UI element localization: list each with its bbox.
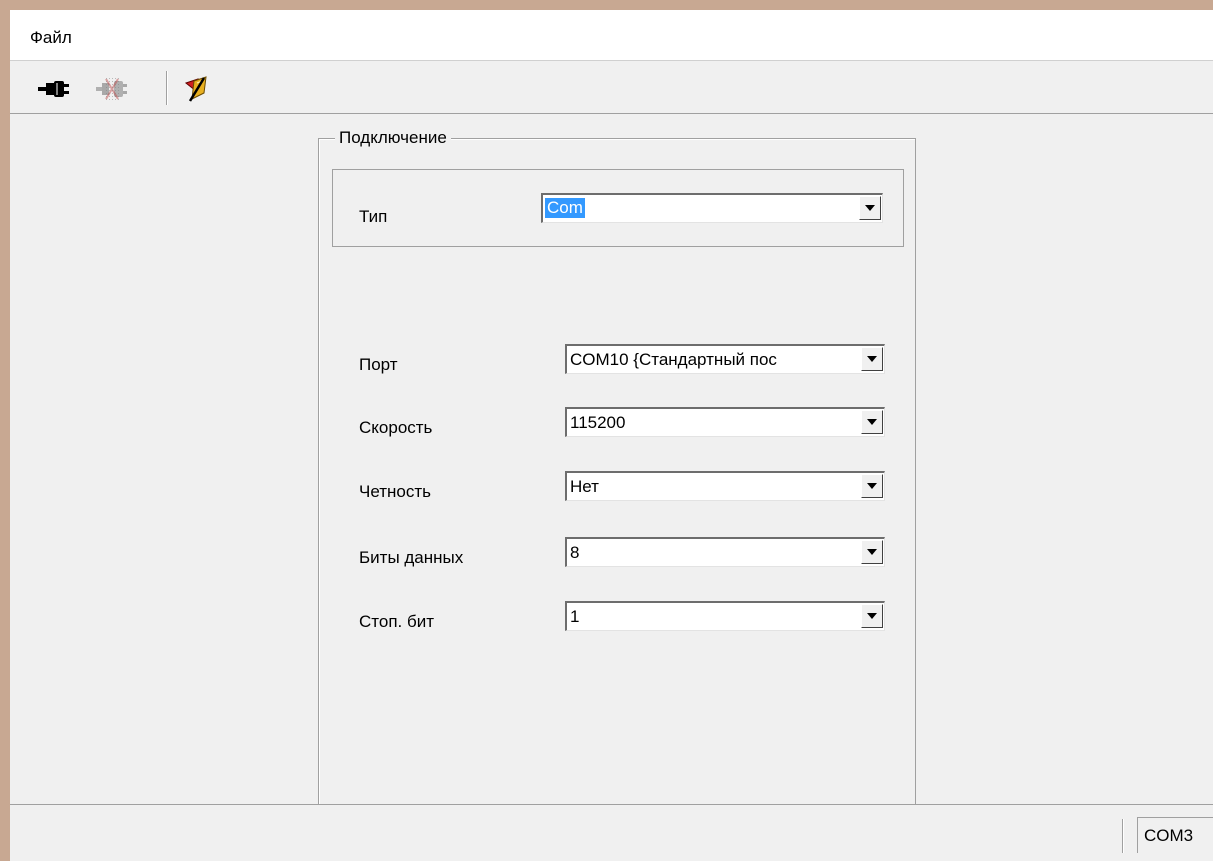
parity-select-value: Нет [570,477,599,496]
databits-select-value: 8 [570,543,580,562]
flag-icon[interactable] [180,75,214,103]
connection-group: Подключение Тип Com Порт COM10 {Стандарт… [318,128,916,805]
disconnect-plug-icon[interactable] [94,75,128,103]
speed-select-value: 115200 [570,413,626,432]
status-port: COM3 [1144,826,1194,845]
stopbits-select-value: 1 [570,607,580,626]
menu-bar: Файл [10,10,1213,61]
port-label: Порт [359,355,398,374]
status-port-panel: COM3 [1137,817,1213,853]
type-select-value: Com [545,198,585,218]
connection-group-title: Подключение [335,128,451,148]
databits-select[interactable]: 8 [565,537,885,567]
chevron-down-icon[interactable] [859,196,881,220]
status-bar: COM3 [10,804,1213,861]
stopbits-select[interactable]: 1 [565,601,885,631]
connect-plug-icon[interactable] [36,75,70,103]
stopbits-label: Стоп. бит [359,612,434,631]
menu-file[interactable]: Файл [30,28,72,48]
type-select[interactable]: Com [541,193,883,223]
speed-label: Скорость [359,418,433,437]
status-separator [1122,819,1124,853]
port-select-value: COM10 {Стандартный пос [570,350,777,369]
databits-label: Биты данных [359,548,464,567]
port-select[interactable]: COM10 {Стандартный пос [565,344,885,374]
chevron-down-icon[interactable] [861,347,883,371]
speed-select[interactable]: 115200 [565,407,885,437]
app-window: Файл Подключение Тип Com Порт COM10 {Ста… [10,10,1213,861]
chevron-down-icon[interactable] [861,540,883,564]
chevron-down-icon[interactable] [861,474,883,498]
parity-select[interactable]: Нет [565,471,885,501]
chevron-down-icon[interactable] [861,604,883,628]
toolbar [10,61,1213,114]
type-label: Тип [359,207,388,226]
toolbar-separator [166,71,168,105]
parity-label: Четность [359,482,431,501]
chevron-down-icon[interactable] [861,410,883,434]
